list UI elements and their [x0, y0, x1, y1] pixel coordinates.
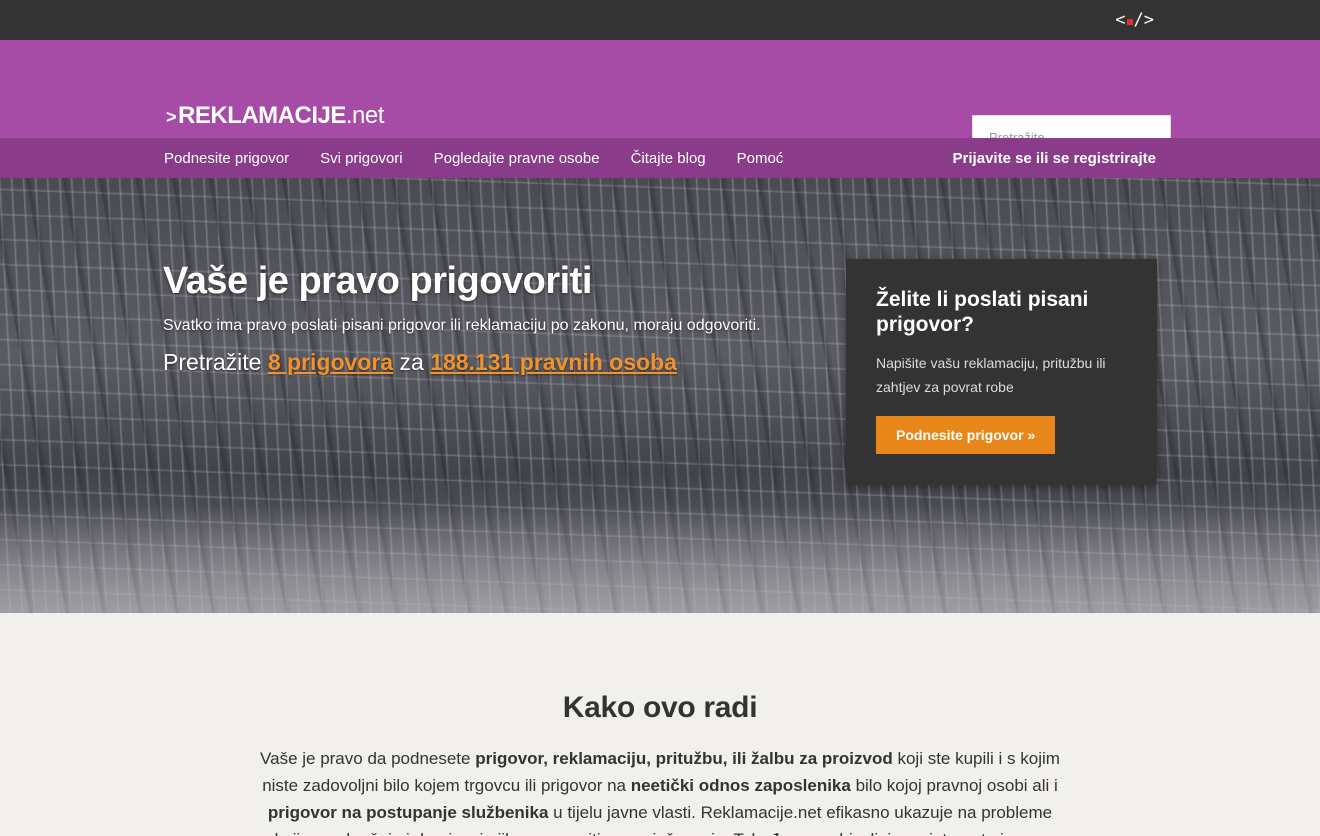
red-square-icon	[1126, 19, 1133, 25]
nav-item-submit-complaint[interactable]: Podnesite prigovor	[164, 150, 289, 167]
hero-title: Vaše je pravo prigovoriti	[163, 260, 592, 302]
how-it-works-section: Kako ovo radi Vaše je pravo da podnesete…	[0, 613, 1320, 836]
nav-item-all-complaints[interactable]: Svi prigovori	[320, 150, 403, 167]
code-bracket-left: <	[1115, 10, 1126, 30]
how-bold-3: prigovor na postupanje službenika	[267, 803, 549, 822]
login-register-link[interactable]: Prijavite se ili se registrirajte	[953, 150, 1156, 167]
cta-title: Želite li poslati pisani prigovor?	[876, 288, 1089, 336]
how-bold-1: prigovor, reklamaciju, pritužbu, ili žal…	[475, 749, 893, 768]
hero-text: Vaše je pravo prigovoriti Svatko ima pra…	[163, 260, 761, 376]
hero-section: Vaše je pravo prigovoriti Svatko ima pra…	[0, 178, 1320, 613]
hero-search-prefix: Pretražite	[163, 349, 268, 375]
developer-logo-icon[interactable]: < />	[1115, 10, 1154, 30]
nav-item-legal-entities[interactable]: Pogledajte pravne osobe	[434, 150, 600, 167]
logo-main-text: REKLAMACIJE	[178, 102, 346, 129]
legal-entities-count-link[interactable]: 188.131 pravnih osoba	[430, 349, 677, 375]
how-it-works-text: Vaše je pravo da podnesete prigovor, rek…	[260, 745, 1060, 836]
hero-subtitle: Svatko ima pravo poslati pisani prigovor…	[163, 317, 761, 334]
complaints-count-link[interactable]: 8 prigovora	[268, 349, 393, 375]
cta-text: Napišite vašu reklamaciju, pritužbu ili …	[876, 355, 1106, 395]
nav-item-help[interactable]: Pomoć	[737, 150, 784, 167]
code-bracket-right: />	[1133, 10, 1154, 30]
site-header: > REKLAMACIJE .net	[0, 40, 1320, 159]
nav-item-blog[interactable]: Čitajte blog	[631, 150, 706, 167]
logo-suffix: .net	[345, 102, 385, 129]
hero-search-line: Pretražite 8 prigovora za 188.131 pravni…	[163, 349, 761, 376]
logo-caret: >	[166, 107, 177, 127]
site-logo[interactable]: > REKLAMACIJE .net	[166, 102, 384, 130]
top-bar: < />	[0, 0, 1320, 40]
how-bold-2: neetički odnos zaposlenika	[630, 776, 851, 795]
how-text-1: Vaše je pravo da podnesete	[260, 749, 476, 768]
submit-complaint-button[interactable]: Podnesite prigovor »	[876, 416, 1056, 454]
main-nav: Podnesite prigovor Svi prigovori Pogleda…	[0, 138, 1320, 178]
submit-complaint-card: Želite li poslati pisani prigovor? Napiš…	[846, 259, 1157, 485]
hero-search-mid: za	[393, 349, 431, 375]
how-text-3: bilo kojoj pravnoj osobi ali i	[850, 776, 1058, 795]
how-it-works-heading: Kako ovo radi	[562, 691, 758, 724]
